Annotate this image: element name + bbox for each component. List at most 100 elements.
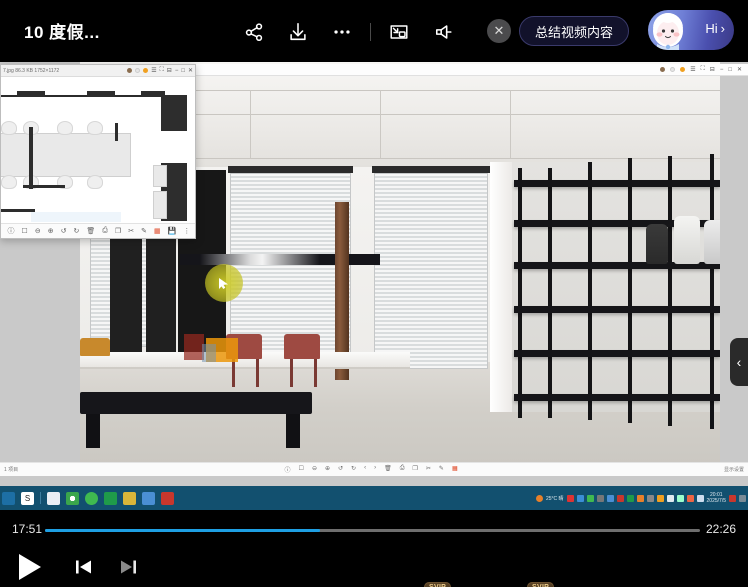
close-window-icon[interactable]: ✕ xyxy=(188,67,193,74)
zoom-in-icon[interactable]: ⊕ xyxy=(325,465,330,474)
tray-icon[interactable] xyxy=(567,495,574,502)
pin-icon[interactable]: ⊟ xyxy=(167,67,172,74)
taskbar-photos-icon[interactable] xyxy=(142,492,155,505)
image-viewer-window[interactable]: 7.jpg 86.3 KB 1752×1172 ☰ ⛶ ⊟ − □ ✕ xyxy=(0,64,196,239)
find-svip-badge: SVIP xyxy=(527,582,554,587)
pin-icon[interactable]: ⊟ xyxy=(710,66,715,73)
viewer-toolbar[interactable]: ⓘ ☐ ⊖ ⊕ ↺ ↻ 🗑 ⎙ ❐ ✂ ✎ ▦ 💾 ⋮ xyxy=(1,223,196,238)
tray-icon[interactable] xyxy=(577,495,584,502)
play-button[interactable] xyxy=(10,546,50,587)
rotate-icon[interactable]: ⓘ xyxy=(285,465,291,474)
account-icon xyxy=(127,68,132,73)
delete-icon[interactable]: 🗑 xyxy=(384,465,392,474)
status-tool-group[interactable]: ⓘ ☐ ⊖ ⊕ ↺ ↻ ‹ › 🗑 ⎙ ❐ ✂ ✎ ▦ xyxy=(285,465,458,474)
prev-icon[interactable]: ‹ xyxy=(364,465,366,474)
next-icon[interactable]: › xyxy=(374,465,376,474)
next-button[interactable] xyxy=(108,546,148,587)
rotate-right-icon[interactable]: ↻ xyxy=(73,227,79,235)
menu-icon[interactable]: ☰ xyxy=(690,66,695,73)
expand-icon[interactable]: ⛶ xyxy=(160,67,164,74)
floor-plan-canvas xyxy=(1,77,196,225)
taskbar-clock[interactable]: 20:01 2025/7/5 xyxy=(707,492,726,504)
maximize-icon[interactable]: □ xyxy=(728,67,732,73)
app-header: 10 度假... xyxy=(0,0,748,62)
network-icon[interactable] xyxy=(697,495,704,502)
tray-icon[interactable] xyxy=(647,495,654,502)
windows-taskbar[interactable]: S 25°C 晴 xyxy=(0,486,748,510)
rotate-left-icon[interactable]: ↺ xyxy=(61,227,67,235)
battery-icon[interactable] xyxy=(667,495,674,502)
close-button[interactable]: ✕ xyxy=(487,19,511,43)
close-window-icon[interactable]: ✕ xyxy=(737,66,742,73)
taskbar-ppt-icon[interactable] xyxy=(161,492,174,505)
taskbar-search-icon[interactable]: S xyxy=(21,492,34,505)
notify-dot-icon xyxy=(680,67,685,72)
speaker-icon[interactable] xyxy=(677,495,684,502)
mic-icon[interactable] xyxy=(687,495,694,502)
taskbar-start-icon[interactable] xyxy=(2,492,15,505)
redo-icon[interactable]: ↻ xyxy=(351,465,356,474)
more-icon[interactable]: ⋮ xyxy=(183,227,190,235)
tray-icon[interactable] xyxy=(657,495,664,502)
taskbar-wechat-icon[interactable] xyxy=(85,492,98,505)
duration: 22:26 xyxy=(706,522,736,536)
cut-icon[interactable]: ✂ xyxy=(128,227,134,235)
summarize-video-button[interactable]: 总结视频内容 xyxy=(519,16,629,46)
progress-bar[interactable] xyxy=(45,529,700,532)
zoom-out-icon[interactable]: ⊖ xyxy=(35,227,41,235)
taskbar-folder-icon[interactable] xyxy=(123,492,136,505)
save-icon[interactable]: 💾 xyxy=(168,227,177,235)
assistant-button[interactable]: Hi › xyxy=(648,10,734,50)
fit-icon[interactable]: ☐ xyxy=(22,227,28,235)
expand-icon[interactable]: ⛶ xyxy=(701,66,705,73)
recorded-desktop: ☰ ⛶ ⊟ − □ ✕ 7.jpg 86.3 KB 1752×1172 ☰ ⛶ xyxy=(0,62,748,510)
fit-icon[interactable]: ☐ xyxy=(299,465,304,474)
zoom-in-icon[interactable]: ⊕ xyxy=(48,227,54,235)
copy-icon[interactable]: ❐ xyxy=(115,227,121,235)
tray-icon[interactable] xyxy=(607,495,614,502)
info-icon[interactable]: ⓘ xyxy=(8,226,15,236)
menu-icon[interactable]: ☰ xyxy=(151,67,156,74)
player-controls: 17:51 22:26 倍速 xyxy=(0,510,748,587)
taskbar-chrome-icon[interactable] xyxy=(66,492,79,505)
zoom-out-icon[interactable]: ⊖ xyxy=(312,465,317,474)
system-tray[interactable]: 25°C 晴 20:01 xyxy=(536,492,746,504)
open-side-panel-button[interactable]: ‹ xyxy=(730,338,748,386)
video-stage[interactable]: ☰ ⛶ ⊟ − □ ✕ 7.jpg 86.3 KB 1752×1172 ☰ ⛶ xyxy=(0,62,748,510)
share-icon[interactable] xyxy=(232,12,276,52)
undo-icon[interactable]: ↺ xyxy=(338,465,343,474)
apps-icon[interactable]: ▦ xyxy=(452,465,458,474)
cast-icon[interactable] xyxy=(421,12,465,52)
maximize-icon[interactable]: □ xyxy=(181,68,185,74)
apps-icon[interactable]: ▦ xyxy=(154,227,161,235)
progress-row: 17:51 22:26 xyxy=(0,522,748,542)
taskbar-explorer-icon[interactable] xyxy=(47,492,60,505)
tray-icon[interactable] xyxy=(587,495,594,502)
tray-icon[interactable] xyxy=(597,495,604,502)
print-icon[interactable]: ⎙ xyxy=(102,227,108,235)
print-icon[interactable]: ⎙ xyxy=(400,465,405,474)
page-title: 10 度假... xyxy=(24,18,100,43)
picture-in-picture-icon[interactable] xyxy=(377,12,421,52)
edit-icon[interactable]: ✎ xyxy=(141,227,147,235)
assistant-label: Hi xyxy=(705,21,717,36)
weather-icon[interactable] xyxy=(536,495,543,502)
edit-icon[interactable]: ✎ xyxy=(439,465,444,474)
minimize-icon[interactable]: − xyxy=(175,68,179,74)
tray-icon[interactable] xyxy=(627,495,634,502)
show-desktop-icon[interactable] xyxy=(739,495,746,502)
notification-icon[interactable] xyxy=(729,495,736,502)
delete-icon[interactable]: 🗑 xyxy=(86,227,95,235)
cut-icon[interactable]: ✂ xyxy=(426,465,431,474)
status-dot-icon xyxy=(135,68,140,73)
copy-icon[interactable]: ❐ xyxy=(413,465,418,474)
tray-icon[interactable] xyxy=(617,495,624,502)
more-options-icon[interactable] xyxy=(320,12,364,52)
taskbar-app-group[interactable]: S xyxy=(0,492,174,505)
taskbar-excel-icon[interactable] xyxy=(104,492,117,505)
previous-button[interactable] xyxy=(64,546,104,587)
minimize-icon[interactable]: − xyxy=(720,67,724,73)
download-icon[interactable] xyxy=(276,12,320,52)
tray-icon[interactable] xyxy=(637,495,644,502)
quality-svip-badge: SVIP xyxy=(424,582,451,587)
